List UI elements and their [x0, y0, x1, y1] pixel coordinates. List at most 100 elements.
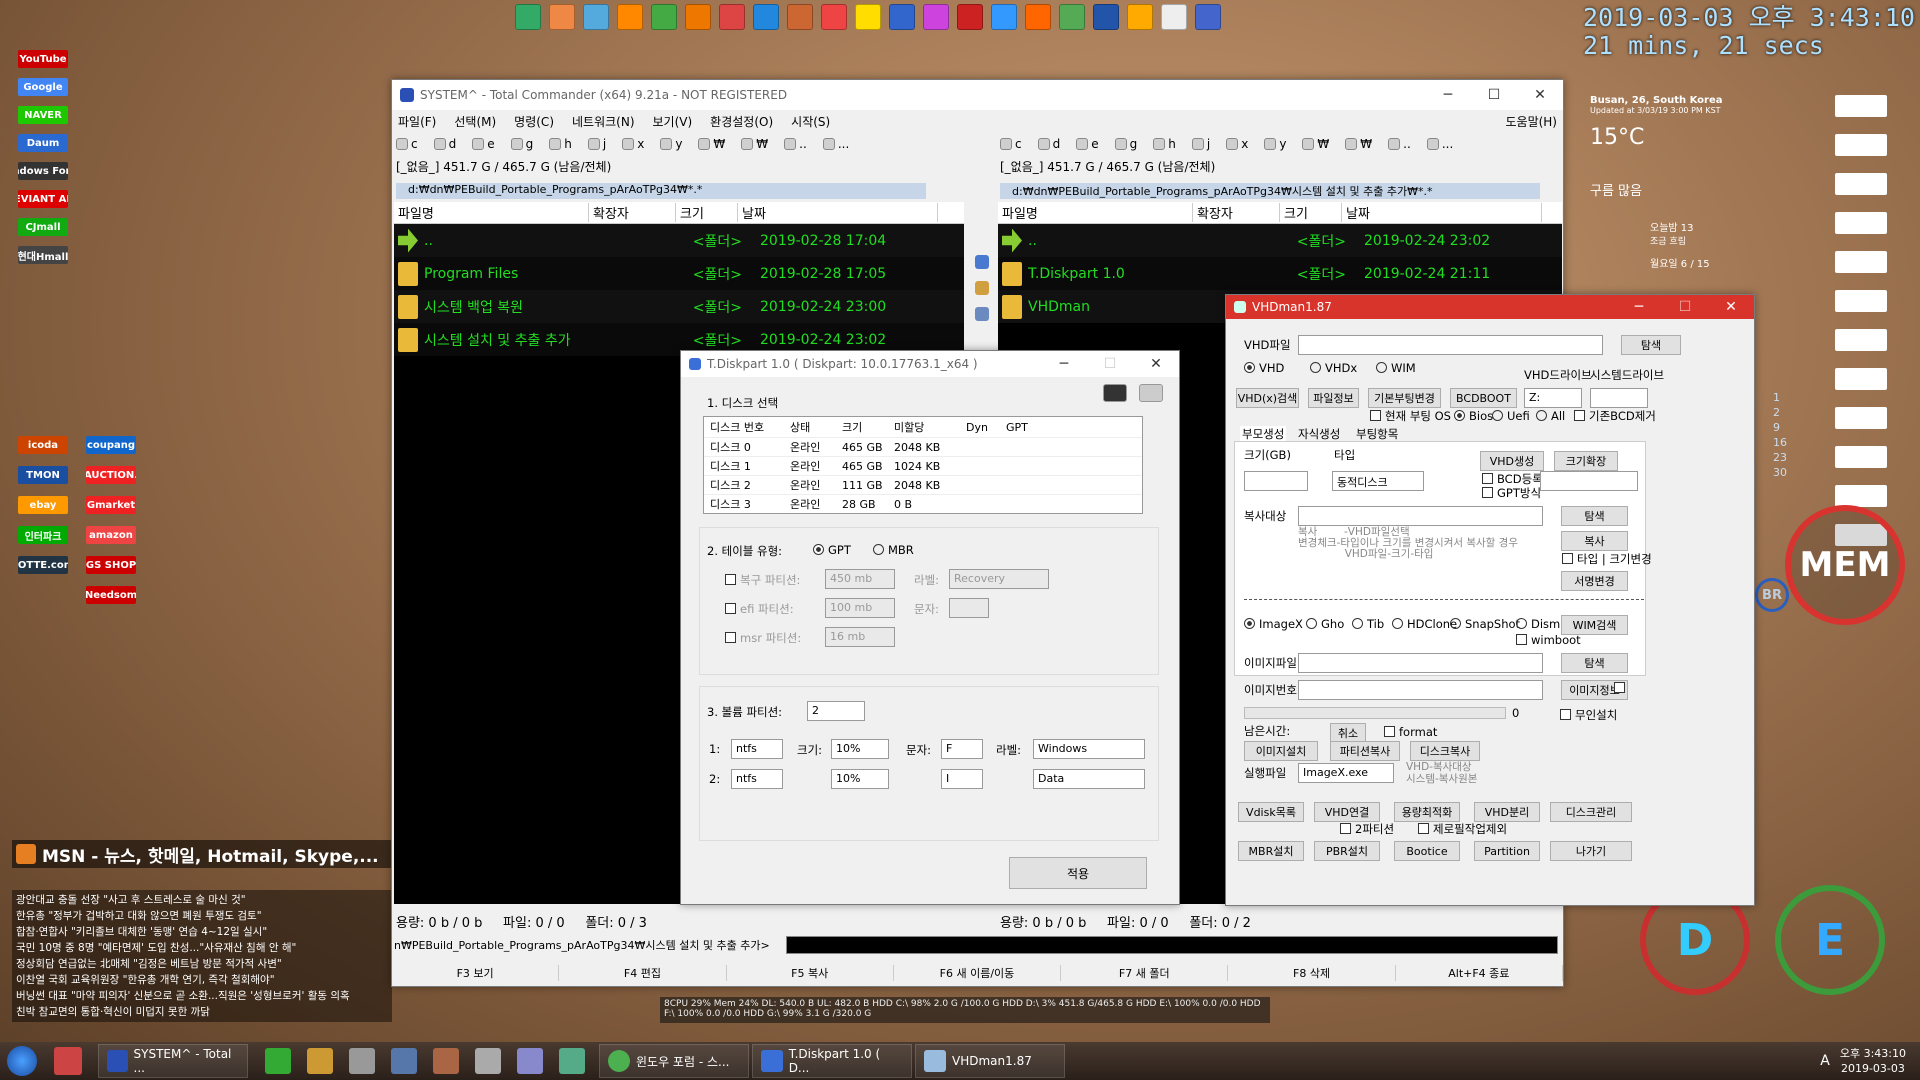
bottom-action-button[interactable]: MBR설치: [1238, 841, 1304, 861]
sign-change-button[interactable]: 서명변경: [1561, 571, 1628, 591]
drive-button[interactable]: ₩: [698, 137, 725, 151]
vhd-drive-select[interactable]: Z:: [1524, 388, 1582, 408]
column-header[interactable]: 확장자: [589, 203, 676, 222]
function-key-button[interactable]: Alt+F4 종료: [1396, 965, 1563, 981]
launcher-icon[interactable]: [1161, 4, 1187, 30]
efi-letter[interactable]: [949, 598, 989, 618]
drive-button[interactable]: h: [1153, 137, 1176, 151]
volume-letter-select[interactable]: F: [941, 739, 983, 759]
disk-copy-button[interactable]: 디스크복사: [1410, 741, 1480, 761]
site-shortcut[interactable]: TMON: [18, 466, 68, 484]
site-shortcut[interactable]: GS SHOP: [86, 556, 136, 574]
bank-shortcut-icon[interactable]: [1835, 251, 1887, 273]
tool-radio[interactable]: Tib: [1352, 617, 1384, 631]
image-info-check[interactable]: [1614, 681, 1629, 695]
bottom-action-button[interactable]: 나가기: [1550, 841, 1632, 861]
msr-size[interactable]: 16 mb: [825, 627, 895, 647]
bottom-action-button[interactable]: Bootice: [1394, 841, 1460, 861]
vhd-tab[interactable]: 부모생성: [1240, 426, 1287, 442]
column-header[interactable]: 크기: [1280, 203, 1342, 222]
msn-title[interactable]: MSN - 뉴스, 핫메일, Hotmail, Skype,...: [42, 842, 379, 867]
edit-icon[interactable]: [975, 281, 989, 295]
site-shortcut[interactable]: 현대Hmall: [18, 246, 68, 264]
drive-button[interactable]: e: [472, 137, 495, 151]
drive-button[interactable]: j: [587, 137, 606, 151]
task-chrome[interactable]: 윈도우 포럼 - 스...: [599, 1044, 749, 1078]
bank-shortcut-icon[interactable]: [1835, 134, 1887, 156]
file-row[interactable]: .. <폴더> 2019-02-24 23:02: [998, 224, 1562, 257]
minimize-button[interactable]: ─: [1041, 356, 1087, 372]
cancel-button[interactable]: 취소: [1330, 723, 1366, 743]
pinned-app-icon[interactable]: [559, 1048, 585, 1074]
msr-check[interactable]: msr 파티션:: [725, 630, 801, 646]
tool-radio[interactable]: HDClone: [1392, 617, 1457, 631]
launcher-icon[interactable]: [515, 4, 541, 30]
pinned-app-icon[interactable]: [265, 1048, 291, 1074]
disk-icon[interactable]: [1139, 384, 1163, 402]
copy-button[interactable]: 복사: [1561, 531, 1628, 551]
launcher-icon[interactable]: [651, 4, 677, 30]
drive-button[interactable]: ..: [784, 137, 807, 151]
vhd-tab[interactable]: 자식생성: [1298, 426, 1340, 442]
image-number-select[interactable]: [1298, 680, 1543, 700]
td-titlebar[interactable]: T.Diskpart 1.0 ( Diskpart: 10.0.17763.1_…: [681, 351, 1179, 377]
efi-check[interactable]: efi 파티션:: [725, 601, 794, 617]
vhd-file-input[interactable]: [1298, 335, 1603, 355]
site-shortcut[interactable]: AUCTION.: [86, 466, 136, 484]
news-headline[interactable]: 정상회담 연급없는 北매체 "김정은 베트남 방문 적가적 사변": [16, 956, 388, 972]
column-header[interactable]: 날짜: [738, 203, 938, 222]
news-headline[interactable]: 이찬열 국회 교육위원장 "한유총 개학 연기, 즉각 철회해야": [16, 972, 388, 988]
launcher-icon[interactable]: [923, 4, 949, 30]
zero-remove-check[interactable]: 제로필작업제외: [1418, 821, 1507, 837]
tray-clock[interactable]: 오후 3:43:10 2019-03-03: [1840, 1046, 1906, 1076]
type-size-change-check[interactable]: 타입 | 크기변경: [1562, 551, 1652, 567]
bank-shortcut-icon[interactable]: [1835, 368, 1887, 390]
recovery-label[interactable]: Recovery: [949, 569, 1049, 589]
console-icon[interactable]: [1103, 384, 1127, 402]
task-totalcommander[interactable]: SYSTEM^ - Total ...: [98, 1044, 248, 1078]
recovery-size[interactable]: 450 mb: [825, 569, 895, 589]
bank-shortcut-icon[interactable]: [1835, 446, 1887, 468]
site-shortcut[interactable]: coupang: [86, 436, 136, 454]
disk-row[interactable]: 디스크 2 온라인 111 GB 2048 KB: [704, 475, 1142, 494]
drive-button[interactable]: y: [1264, 137, 1286, 151]
site-shortcut[interactable]: Needsom: [86, 586, 136, 604]
launcher-icon[interactable]: [617, 4, 643, 30]
wimboot-check[interactable]: wimboot: [1516, 633, 1581, 647]
file-info-button[interactable]: 파일정보: [1308, 388, 1359, 408]
launcher-icon[interactable]: [821, 4, 847, 30]
disk-row[interactable]: 디스크 3 온라인 28 GB 0 B: [704, 494, 1142, 513]
function-key-button[interactable]: F4 편집: [559, 965, 727, 981]
launcher-icon[interactable]: [1127, 4, 1153, 30]
launcher-icon[interactable]: [549, 4, 575, 30]
two-partition-check[interactable]: 2파티션: [1340, 821, 1394, 837]
site-shortcut[interactable]: Gmarket: [86, 496, 136, 514]
launcher-icon[interactable]: [855, 4, 881, 30]
image-browse-button[interactable]: 탐색: [1561, 653, 1628, 673]
apply-button[interactable]: 적용: [1009, 857, 1147, 889]
column-header[interactable]: 날짜: [1342, 203, 1542, 222]
launcher-icon[interactable]: [991, 4, 1017, 30]
tc-menu-item[interactable]: 선택(M): [454, 113, 496, 130]
file-row[interactable]: T.Diskpart 1.0 <폴더> 2019-02-24 21:11: [998, 257, 1562, 290]
volume-label-select[interactable]: Data: [1033, 769, 1145, 789]
list-icon[interactable]: [975, 307, 989, 321]
vhd-search-button[interactable]: VHD(x)검색: [1236, 388, 1299, 408]
type-select[interactable]: 동적디스크: [1332, 471, 1424, 491]
launcher-icon[interactable]: [583, 4, 609, 30]
bank-shortcut-icon[interactable]: [1835, 212, 1887, 234]
drive-button[interactable]: d: [433, 137, 456, 151]
disk-row[interactable]: 디스크 1 온라인 465 GB 1024 KB: [704, 456, 1142, 475]
mbr-radio[interactable]: MBR: [873, 543, 914, 557]
task-tdiskpart[interactable]: T.Diskpart 1.0 ( D...: [752, 1044, 912, 1078]
bottom-action-button[interactable]: Partition: [1474, 841, 1540, 861]
volume-fs-select[interactable]: ntfs: [731, 769, 783, 789]
drive-button[interactable]: ₩: [1345, 137, 1372, 151]
news-headline[interactable]: 합참·연합사 "키리졸브 대체한 '동맹' 연습 4~12일 실시": [16, 924, 388, 940]
bcd-select[interactable]: [1540, 471, 1638, 491]
pinned-app-icon[interactable]: [475, 1048, 501, 1074]
tool-radio[interactable]: Gho: [1306, 617, 1344, 631]
efi-size[interactable]: 100 mb: [825, 598, 895, 618]
close-button[interactable]: ✕: [1133, 356, 1179, 372]
bank-shortcut-icon[interactable]: [1835, 290, 1887, 312]
